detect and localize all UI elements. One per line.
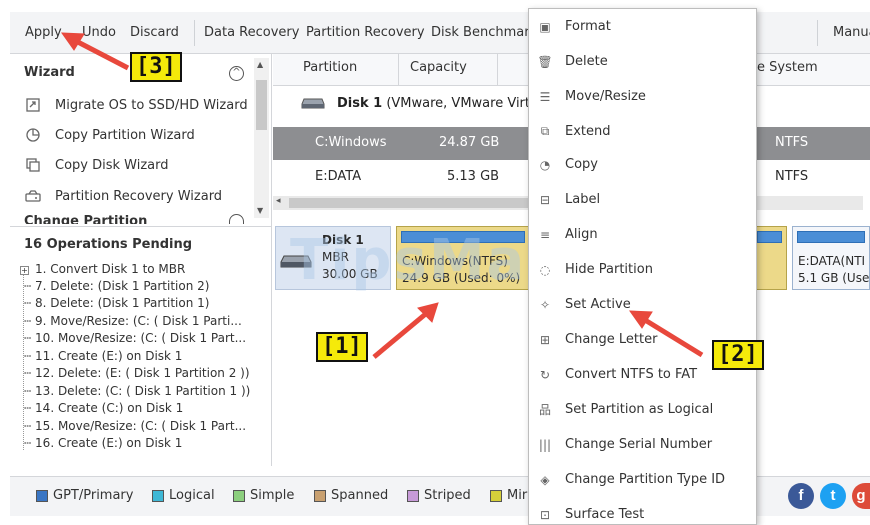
arrow-1: [372, 310, 430, 359]
callout-3: [3]: [130, 52, 182, 82]
arrow-3: [72, 37, 130, 71]
arrow-2: [643, 317, 704, 358]
callout-1: [1]: [316, 332, 368, 362]
callout-2: [2]: [712, 340, 764, 370]
